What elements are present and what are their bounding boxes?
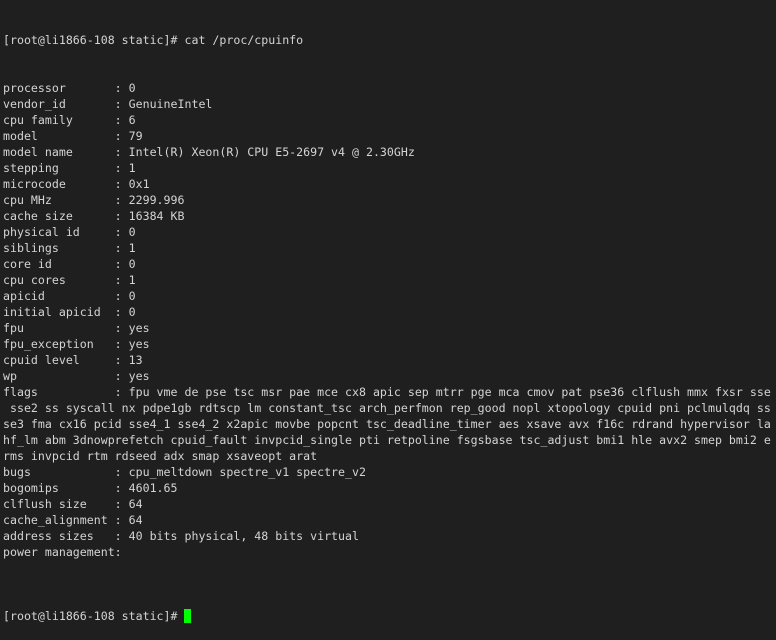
output-line: cache_alignment : 64 xyxy=(3,513,143,527)
command-line: [root@li1866-108 static]# cat /proc/cpui… xyxy=(3,32,776,48)
output-line: rms invpcid rtm rdseed adx smap xsaveopt… xyxy=(3,449,318,463)
output-line: bogomips : 4601.65 xyxy=(3,481,178,495)
output-line: se3 fma cx16 pcid sse4_1 sse4_2 x2apic m… xyxy=(3,417,771,431)
output-line: stepping : 1 xyxy=(3,161,136,175)
output-line: processor : 0 xyxy=(3,81,136,95)
output-line: cpu cores : 1 xyxy=(3,273,136,287)
output-line: cpu MHz : 2299.996 xyxy=(3,193,185,207)
output-line: vendor_id : GenuineIntel xyxy=(3,97,213,111)
output-line: cpu family : 6 xyxy=(3,113,136,127)
output-line: model name : Intel(R) Xeon(R) CPU E5-269… xyxy=(3,145,415,159)
shell-prompt: [root@li1866-108 static]# xyxy=(3,609,185,623)
output-line: initial apicid : 0 xyxy=(3,305,136,319)
output-line: model : 79 xyxy=(3,129,143,143)
terminal-window[interactable]: [root@li1866-108 static]# cat /proc/cpui… xyxy=(3,0,776,640)
output-line: fpu : yes xyxy=(3,321,150,335)
output-line: cpuid level : 13 xyxy=(3,353,143,367)
output-line: flags : fpu vme de pse tsc msr pae mce c… xyxy=(3,385,771,399)
output-line: bugs : cpu_meltdown spectre_v1 spectre_v… xyxy=(3,465,366,479)
command-text: cat /proc/cpuinfo xyxy=(184,33,304,47)
output-line: cache size : 16384 KB xyxy=(3,209,185,223)
output-line: physical id : 0 xyxy=(3,225,136,239)
command-output: processor : 0 vendor_id : GenuineIntel cpu… xyxy=(3,80,776,576)
output-line: power management: xyxy=(3,545,122,559)
shell-prompt: [root@li1866-108 static]# xyxy=(3,33,185,47)
output-line: siblings : 1 xyxy=(3,241,136,255)
output-line: sse2 ss syscall nx pdpe1gb rdtscp lm con… xyxy=(3,401,771,415)
text-cursor xyxy=(184,609,192,623)
output-line: clflush size : 64 xyxy=(3,497,143,511)
output-line: core id : 0 xyxy=(3,257,136,271)
output-line: apicid : 0 xyxy=(3,289,136,303)
output-line: hf_lm abm 3dnowprefetch cpuid_fault invp… xyxy=(3,433,771,447)
output-line: wp : yes xyxy=(3,369,150,383)
output-line: fpu_exception : yes xyxy=(3,337,150,351)
active-prompt-line[interactable]: [root@li1866-108 static]# xyxy=(3,608,776,624)
output-line: address sizes : 40 bits physical, 48 bit… xyxy=(3,529,359,543)
output-line: microcode : 0x1 xyxy=(3,177,150,191)
